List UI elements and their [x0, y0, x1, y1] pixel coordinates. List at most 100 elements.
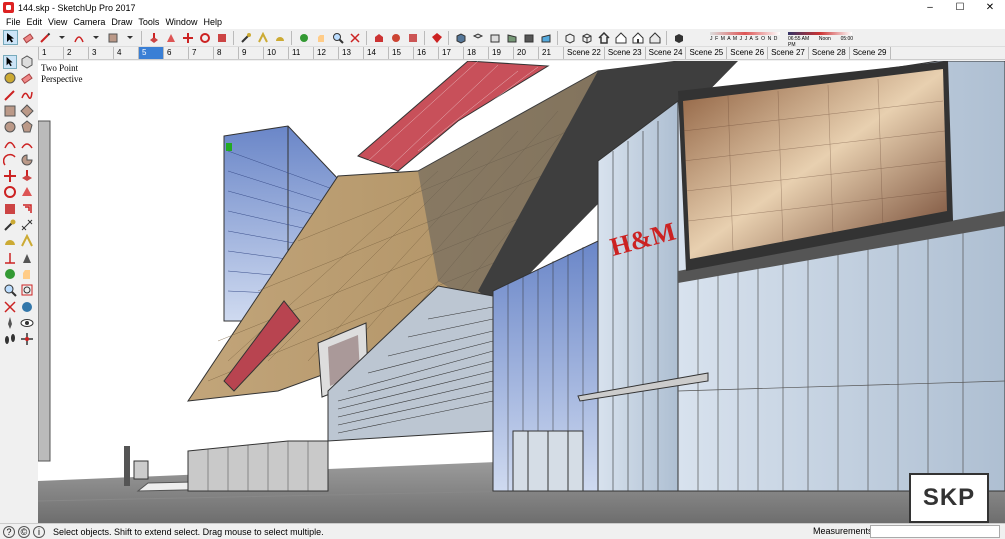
scene-tab-16[interactable]: 16	[414, 47, 439, 59]
rotate-tool-button[interactable]	[197, 30, 212, 45]
move-tool-button[interactable]	[180, 30, 195, 45]
close-button[interactable]: ✕	[975, 0, 1005, 15]
arc-dropdown-button[interactable]	[88, 30, 103, 45]
section-plane-tool-button[interactable]	[20, 332, 34, 346]
extension-warehouse-button[interactable]	[405, 30, 420, 45]
scene-tab-18[interactable]: 18	[464, 47, 489, 59]
walk-tool-button[interactable]	[3, 332, 17, 346]
menu-window[interactable]: Window	[162, 17, 200, 27]
menu-help[interactable]: Help	[200, 17, 225, 27]
scene-tab-19[interactable]: 19	[489, 47, 514, 59]
scene-tab-4[interactable]: 4	[114, 47, 139, 59]
scene-tab-2[interactable]: 2	[64, 47, 89, 59]
scene-tab-12[interactable]: 12	[314, 47, 339, 59]
follow-me-tool-button[interactable]	[20, 185, 34, 199]
scene-tab-22[interactable]: Scene 22	[564, 47, 605, 59]
textured-style-button[interactable]	[647, 30, 662, 45]
text-tool-button[interactable]	[20, 234, 34, 248]
line-tool-button[interactable]	[3, 88, 17, 102]
menu-view[interactable]: View	[45, 17, 70, 27]
front-view-button[interactable]	[487, 30, 502, 45]
select-tool-button[interactable]	[3, 30, 18, 45]
date-slider[interactable]	[710, 32, 780, 35]
protractor-tool-button[interactable]	[272, 30, 287, 45]
zoom-extents-tool-button[interactable]	[3, 300, 17, 314]
menu-file[interactable]: File	[3, 17, 24, 27]
share-model-button[interactable]	[388, 30, 403, 45]
shape-tool-button[interactable]	[105, 30, 120, 45]
scene-tab-23[interactable]: Scene 23	[605, 47, 646, 59]
menu-camera[interactable]: Camera	[70, 17, 108, 27]
scene-tab-1[interactable]: 1	[39, 47, 64, 59]
time-slider[interactable]	[788, 32, 852, 35]
make-component-button[interactable]	[20, 55, 34, 69]
look-around-tool-button[interactable]	[20, 316, 34, 330]
geo-location-icon[interactable]: ?	[3, 525, 15, 538]
arc-tool-button[interactable]	[3, 137, 17, 151]
tape-measure-tool-button[interactable]	[238, 30, 253, 45]
scene-tab-24[interactable]: Scene 24	[646, 47, 687, 59]
scale-tool-button[interactable]	[3, 202, 17, 216]
push-pull-tool-button[interactable]	[146, 30, 161, 45]
arc-tool-button[interactable]	[71, 30, 86, 45]
wireframe-style-button[interactable]	[579, 30, 594, 45]
right-view-button[interactable]	[504, 30, 519, 45]
scene-tab-20[interactable]: 20	[514, 47, 539, 59]
instructor-icon[interactable]: i	[33, 525, 45, 538]
paint-bucket-tool-button[interactable]	[3, 71, 17, 85]
three-d-text-tool-button[interactable]	[20, 251, 34, 265]
text-tool-button[interactable]	[255, 30, 270, 45]
circle-tool-button[interactable]	[3, 120, 17, 134]
scene-tab-29[interactable]: Scene 29	[850, 47, 891, 59]
shaded-style-button[interactable]	[630, 30, 645, 45]
scene-tab-7[interactable]: 7	[189, 47, 214, 59]
menu-tools[interactable]: Tools	[135, 17, 162, 27]
rotate-tool-button[interactable]	[3, 185, 17, 199]
move-tool-button[interactable]	[3, 169, 17, 183]
select-tool-button[interactable]	[3, 55, 17, 69]
zoom-tool-button[interactable]	[330, 30, 345, 45]
extension-manager-button[interactable]	[429, 30, 444, 45]
home-view-button[interactable]	[596, 30, 611, 45]
credits-icon[interactable]: ©	[18, 525, 30, 538]
orbit-tool-button[interactable]	[296, 30, 311, 45]
eraser-tool-button[interactable]	[20, 30, 35, 45]
modeling-viewport[interactable]: H&M Two Point Perspective SKP	[38, 61, 1005, 523]
scene-tab-28[interactable]: Scene 28	[809, 47, 850, 59]
xray-style-button[interactable]	[562, 30, 577, 45]
freehand-tool-button[interactable]	[20, 88, 34, 102]
zoom-window-tool-button[interactable]	[20, 283, 34, 297]
dimension-tool-button[interactable]	[20, 218, 34, 232]
scene-tab-17[interactable]: 17	[439, 47, 464, 59]
axes-tool-button[interactable]	[3, 251, 17, 265]
menu-edit[interactable]: Edit	[24, 17, 46, 27]
two-point-arc-tool-button[interactable]	[20, 137, 34, 151]
scene-tab-25[interactable]: Scene 25	[686, 47, 728, 59]
minimize-button[interactable]: –	[915, 0, 945, 15]
three-point-arc-tool-button[interactable]	[3, 153, 17, 167]
rotated-rectangle-tool-button[interactable]	[20, 104, 34, 118]
scene-tab-5[interactable]: 5	[139, 47, 164, 59]
zoom-extents-tool-button[interactable]	[347, 30, 362, 45]
menu-draw[interactable]: Draw	[108, 17, 135, 27]
back-view-button[interactable]	[521, 30, 536, 45]
scene-tab-13[interactable]: 13	[339, 47, 364, 59]
scene-tab-26[interactable]: Scene 26	[727, 47, 769, 59]
tape-measure-tool-button[interactable]	[3, 218, 17, 232]
hidden-line-style-button[interactable]	[613, 30, 628, 45]
protractor-tool-button[interactable]	[3, 234, 17, 248]
zoom-tool-button[interactable]	[3, 283, 17, 297]
scene-tab-6[interactable]: 6	[164, 47, 189, 59]
pie-tool-button[interactable]	[20, 153, 34, 167]
scene-tab-15[interactable]: 15	[389, 47, 414, 59]
shadows-toggle-button[interactable]	[671, 30, 686, 45]
line-tool-button[interactable]	[37, 30, 52, 45]
position-camera-tool-button[interactable]	[3, 316, 17, 330]
scene-tab-27[interactable]: Scene 27	[768, 47, 809, 59]
scene-tab-3[interactable]: 3	[89, 47, 114, 59]
polygon-tool-button[interactable]	[20, 120, 34, 134]
measurements-input[interactable]	[870, 525, 1000, 538]
line-dropdown-button[interactable]	[54, 30, 69, 45]
warehouse-button[interactable]	[371, 30, 386, 45]
top-view-button[interactable]	[470, 30, 485, 45]
